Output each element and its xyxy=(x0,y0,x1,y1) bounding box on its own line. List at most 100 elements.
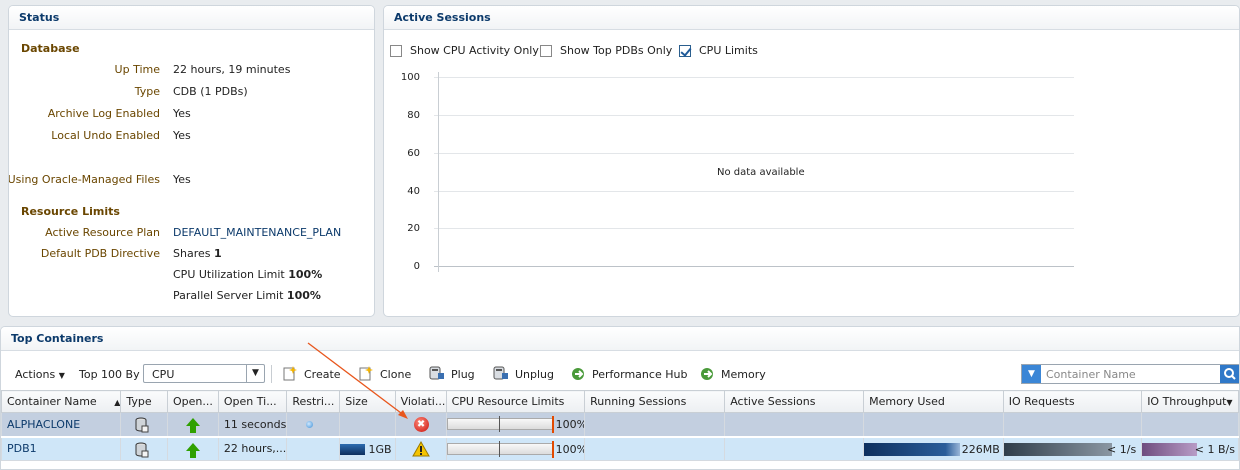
col-size[interactable]: Size xyxy=(339,390,396,413)
chevron-down-icon[interactable]: ▼ xyxy=(1022,365,1041,383)
col-open-time[interactable]: Open Ti... xyxy=(217,390,288,413)
unplug-button[interactable]: Unplug xyxy=(515,368,554,381)
active-plan-label: Active Resource Plan xyxy=(45,226,160,239)
sort-asc-icon: ▲ xyxy=(114,398,121,407)
io-throughput-cell xyxy=(1141,412,1239,437)
top-by-select[interactable]: CPU ▼ xyxy=(143,364,265,383)
plug-button[interactable]: Plug xyxy=(451,368,475,381)
database-icon xyxy=(135,417,149,433)
open-time-cell: 22 hours,... xyxy=(217,435,288,461)
active-sessions-title: Active Sessions xyxy=(384,6,1239,30)
cpu-limit-bar xyxy=(447,416,554,433)
status-title: Status xyxy=(9,6,374,30)
col-label: CPU Resource Limits xyxy=(451,395,565,408)
plug-icon xyxy=(429,366,444,380)
col-container-name[interactable]: Container Name ▲ xyxy=(1,390,122,413)
col-active-sessions[interactable]: Active Sessions xyxy=(724,390,865,413)
col-restricted[interactable]: Restri... xyxy=(286,390,341,413)
io-requests-cell xyxy=(1002,412,1143,437)
col-running-sessions[interactable]: Running Sessions xyxy=(584,390,726,413)
top-pdbs-checkbox[interactable] xyxy=(540,45,552,57)
parallel-limit-row: Parallel Server Limit 100% xyxy=(173,289,321,302)
shares-label: Shares xyxy=(173,247,211,260)
container-link-pdb1[interactable]: PDB1 xyxy=(7,442,37,455)
open-up-icon xyxy=(186,418,200,433)
col-violations[interactable]: Violati... xyxy=(394,390,447,413)
container-link-alphaclone[interactable]: ALPHACLONE xyxy=(7,418,80,431)
uptime-label: Up Time xyxy=(114,63,160,76)
running-sessions-cell xyxy=(584,412,726,437)
restricted-indicator-icon xyxy=(306,421,314,428)
parallel-limit-label: Parallel Server Limit xyxy=(173,289,284,302)
table-header: Container Name ▲ Type Open... Open Ti...… xyxy=(1,390,1239,413)
col-io-throughput[interactable]: IO Throughput xyxy=(1141,390,1239,413)
omf-value: Yes xyxy=(173,173,191,186)
toolbar-separator xyxy=(271,365,272,383)
shares-value: Shares 1 xyxy=(173,247,222,260)
top-by-value: CPU xyxy=(152,368,175,381)
col-cpu-limits[interactable]: CPU Resource Limits ▼ xyxy=(445,390,1233,413)
y-tick-60: 60 xyxy=(407,148,420,159)
col-label: Container Name xyxy=(7,395,97,408)
clone-icon xyxy=(359,366,373,381)
performance-hub-icon xyxy=(572,368,584,380)
search-icon xyxy=(1224,368,1236,380)
io-requests-value: < 1/s xyxy=(1107,442,1137,456)
top-by-label: Top 100 By xyxy=(79,368,140,381)
size-cell xyxy=(339,412,396,437)
size-value: 1GB xyxy=(368,442,392,456)
database-header: Database xyxy=(21,42,80,55)
col-memory-used[interactable]: Memory Used xyxy=(863,390,1004,413)
uptime-value: 22 hours, 19 minutes xyxy=(173,63,291,76)
active-sessions-panel: Active Sessions Show CPU Activity Only S… xyxy=(383,5,1240,317)
chevron-down-icon: ▼ xyxy=(58,371,65,380)
archive-log-value: Yes xyxy=(173,107,191,120)
io-throughput-value: < 1 B/s xyxy=(1194,442,1235,456)
actions-label: Actions xyxy=(15,368,56,381)
y-tick-100: 100 xyxy=(400,72,420,83)
gridline xyxy=(434,191,1074,192)
error-violation-icon[interactable]: ✖ xyxy=(413,417,429,432)
pdb-directive-label: Default PDB Directive xyxy=(40,247,160,260)
x-axis-line xyxy=(434,266,1074,267)
active-plan-value[interactable]: DEFAULT_MAINTENANCE_PLAN xyxy=(173,226,341,239)
parallel-limit-value: 100% xyxy=(286,289,321,302)
active-sessions-cell xyxy=(724,412,865,437)
memory-bar xyxy=(864,442,961,456)
y-tick-80: 80 xyxy=(407,110,420,121)
col-io-requests[interactable]: IO Requests xyxy=(1002,390,1143,413)
create-button[interactable]: Create xyxy=(304,368,341,381)
cpu-limit-label: CPU Utilization Limit xyxy=(173,268,285,281)
actions-menu[interactable]: Actions ▼ xyxy=(15,368,65,381)
search-button[interactable] xyxy=(1220,365,1239,383)
chevron-down-icon: ▼ xyxy=(246,365,264,382)
clone-button[interactable]: Clone xyxy=(380,368,411,381)
size-bar xyxy=(340,443,366,455)
cpu-activity-checkbox[interactable] xyxy=(390,45,402,57)
cpu-limits-label: CPU Limits xyxy=(699,44,758,57)
col-type[interactable]: Type xyxy=(120,390,168,413)
type-label: Type xyxy=(134,85,160,98)
warning-icon[interactable] xyxy=(411,440,430,457)
local-undo-value: Yes xyxy=(173,129,191,142)
gridline xyxy=(434,228,1074,229)
running-sessions-cell xyxy=(584,435,726,461)
status-panel: Status Database Up Time 22 hours, 19 min… xyxy=(8,5,375,317)
col-open-mode[interactable]: Open... xyxy=(167,390,219,413)
search-placeholder: Container Name xyxy=(1046,368,1136,381)
create-icon xyxy=(283,366,297,381)
memory-value: 226MB xyxy=(961,442,1000,456)
performance-hub-button[interactable]: Performance Hub xyxy=(592,368,687,381)
containers-table: Container Name ▲ Type Open... Open Ti...… xyxy=(1,390,1239,461)
io-throughput-bar xyxy=(1142,442,1198,456)
container-search[interactable]: ▼ Container Name xyxy=(1021,364,1239,384)
table-row[interactable]: ALPHACLONE 11 seconds ✖ 100% xyxy=(1,412,1239,437)
cpu-limits-checkbox[interactable] xyxy=(679,45,691,57)
unplug-icon xyxy=(493,366,508,380)
active-plan-link[interactable]: DEFAULT_MAINTENANCE_PLAN xyxy=(173,226,341,239)
memory-button[interactable]: Memory xyxy=(721,368,766,381)
table-row[interactable]: PDB1 22 hours,... 1GB 100% 226MB < 1/s <… xyxy=(1,435,1239,461)
cpu-activity-label: Show CPU Activity Only xyxy=(410,44,539,57)
gridline xyxy=(434,77,1074,78)
cpu-limit-row: CPU Utilization Limit 100% xyxy=(173,268,322,281)
